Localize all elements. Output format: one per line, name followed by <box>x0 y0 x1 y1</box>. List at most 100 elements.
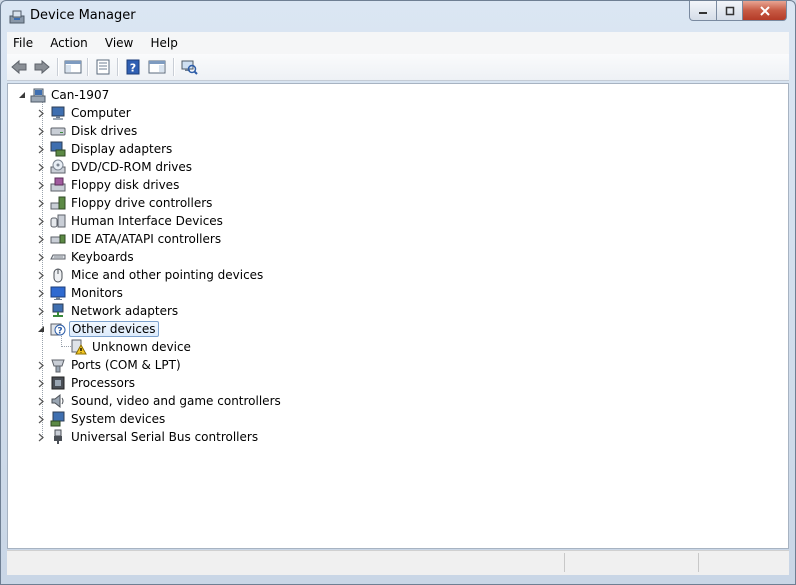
ide-controller-icon <box>50 231 66 247</box>
expand-arrow-icon[interactable] <box>37 234 45 244</box>
display-adapter-icon <box>50 141 66 157</box>
tree-item-monitors[interactable]: Monitors <box>37 284 125 302</box>
expand-arrow-icon[interactable] <box>37 396 45 406</box>
menu-view[interactable]: View <box>99 33 139 50</box>
tree-item-keyboards[interactable]: Keyboards <box>37 248 136 266</box>
collapse-triangle-icon[interactable] <box>37 324 45 334</box>
expand-arrow-icon[interactable] <box>37 180 45 190</box>
scan-hardware-changes-button[interactable] <box>179 57 199 77</box>
tree-item-ports[interactable]: Ports (COM & LPT) <box>37 356 183 374</box>
tree-item-label: Human Interface Devices <box>71 214 223 228</box>
tree-item-sound-video-game[interactable]: Sound, video and game controllers <box>37 392 283 410</box>
expand-arrow-icon[interactable] <box>37 126 45 136</box>
show-action-pane-icon <box>148 60 166 74</box>
tree-item-label: Sound, video and game controllers <box>71 394 281 408</box>
tree-item-display-adapters[interactable]: Display adapters <box>37 140 174 158</box>
tree-item-disk-drives[interactable]: Disk drives <box>37 122 139 140</box>
menu-file[interactable]: File <box>7 33 39 50</box>
title-bar[interactable]: Device Manager <box>1 1 795 31</box>
device-manager-window: Device Manager File Action View Help ? C… <box>0 0 796 585</box>
tree-item-label: Keyboards <box>71 250 134 264</box>
properties-button[interactable] <box>93 57 113 77</box>
device-tree[interactable]: Can-1907 Computer Disk drives Display ad… <box>7 83 789 549</box>
floppy-controller-icon <box>50 195 66 211</box>
expand-arrow-icon[interactable] <box>37 252 45 262</box>
maximize-button[interactable] <box>717 1 743 21</box>
expand-arrow-icon[interactable] <box>37 432 45 442</box>
tree-item-label: Floppy disk drives <box>71 178 180 192</box>
device-manager-icon <box>9 9 25 24</box>
close-icon <box>759 5 770 16</box>
tree-item-human-interface-devices[interactable]: Human Interface Devices <box>37 212 225 230</box>
window-title: Device Manager <box>30 8 136 23</box>
ports-icon <box>50 357 66 373</box>
tree-item-label: System devices <box>71 412 166 426</box>
help-icon: ? <box>126 59 140 75</box>
expand-arrow-icon[interactable] <box>37 378 45 388</box>
tree-item-label: IDE ATA/ATAPI controllers <box>71 232 222 246</box>
show-hide-console-tree-button[interactable] <box>63 57 83 77</box>
tree-item-label: Monitors <box>71 286 123 300</box>
tree-item-label: Processors <box>71 376 136 390</box>
tree-item-network-adapters[interactable]: Network adapters <box>37 302 180 320</box>
computer-icon <box>50 105 66 121</box>
scan-hardware-changes-icon <box>181 60 198 75</box>
svg-text:?: ? <box>57 327 62 337</box>
tree-item-label: Mice and other pointing devices <box>71 268 264 282</box>
status-bar <box>7 550 789 575</box>
menu-help[interactable]: Help <box>144 33 183 50</box>
properties-icon <box>96 59 110 75</box>
tree-item-label: DVD/CD-ROM drives <box>71 160 193 174</box>
back-icon <box>11 59 27 75</box>
tree-item-processors[interactable]: Processors <box>37 374 137 392</box>
tree-item-label: Computer <box>71 106 131 120</box>
menu-bar: File Action View Help <box>7 32 789 55</box>
expand-arrow-icon[interactable] <box>37 216 45 226</box>
svg-text:?: ? <box>130 62 136 75</box>
processor-icon <box>50 375 66 391</box>
usb-icon <box>50 429 66 445</box>
help-button[interactable]: ? <box>123 57 143 77</box>
tree-item-label: Unknown device <box>92 340 191 354</box>
computer-root-icon <box>30 87 46 103</box>
monitor-icon <box>50 285 66 301</box>
minimize-icon <box>699 11 707 14</box>
expand-arrow-icon[interactable] <box>37 360 45 370</box>
system-devices-icon <box>50 411 66 427</box>
forward-button[interactable] <box>32 57 52 77</box>
back-button[interactable] <box>9 57 29 77</box>
expand-arrow-icon[interactable] <box>37 306 45 316</box>
expand-arrow-icon[interactable] <box>37 288 45 298</box>
disk-drive-icon <box>50 123 66 139</box>
tree-item-label: Ports (COM & LPT) <box>71 358 181 372</box>
tree-item-label: Universal Serial Bus controllers <box>71 430 259 444</box>
expand-arrow-icon[interactable] <box>37 270 45 280</box>
tree-item-usb-controllers[interactable]: Universal Serial Bus controllers <box>37 428 260 446</box>
tree-item-unknown-device[interactable]: Unknown device <box>71 338 193 356</box>
expand-arrow-icon[interactable] <box>37 198 45 208</box>
dvd-drive-icon <box>50 159 66 175</box>
show-action-pane-button[interactable] <box>147 57 167 77</box>
menu-action[interactable]: Action <box>44 33 94 50</box>
expand-arrow-icon[interactable] <box>37 414 45 424</box>
tree-root-node[interactable]: Can-1907 <box>18 86 111 104</box>
show-hide-console-tree-icon <box>64 60 82 74</box>
tree-item-floppy-disk-drives[interactable]: Floppy disk drives <box>37 176 181 194</box>
tree-root-label: Can-1907 <box>51 88 110 102</box>
minimize-button[interactable] <box>689 1 717 21</box>
tree-item-floppy-drive-controllers[interactable]: Floppy drive controllers <box>37 194 214 212</box>
keyboard-icon <box>50 249 66 265</box>
tree-item-dvd-cd-rom-drives[interactable]: DVD/CD-ROM drives <box>37 158 194 176</box>
close-button[interactable] <box>743 1 787 21</box>
tree-item-label: Display adapters <box>71 142 173 156</box>
collapse-triangle-icon[interactable] <box>18 90 26 100</box>
expand-arrow-icon[interactable] <box>37 144 45 154</box>
tree-item-label: Network adapters <box>71 304 179 318</box>
tree-item-ide-ata-atapi-controllers[interactable]: IDE ATA/ATAPI controllers <box>37 230 223 248</box>
tree-item-mice[interactable]: Mice and other pointing devices <box>37 266 265 284</box>
expand-arrow-icon[interactable] <box>37 162 45 172</box>
expand-arrow-icon[interactable] <box>37 108 45 118</box>
tree-item-other-devices[interactable]: ? Other devices <box>37 320 159 338</box>
tree-item-computer[interactable]: Computer <box>37 104 133 122</box>
tree-item-system-devices[interactable]: System devices <box>37 410 167 428</box>
